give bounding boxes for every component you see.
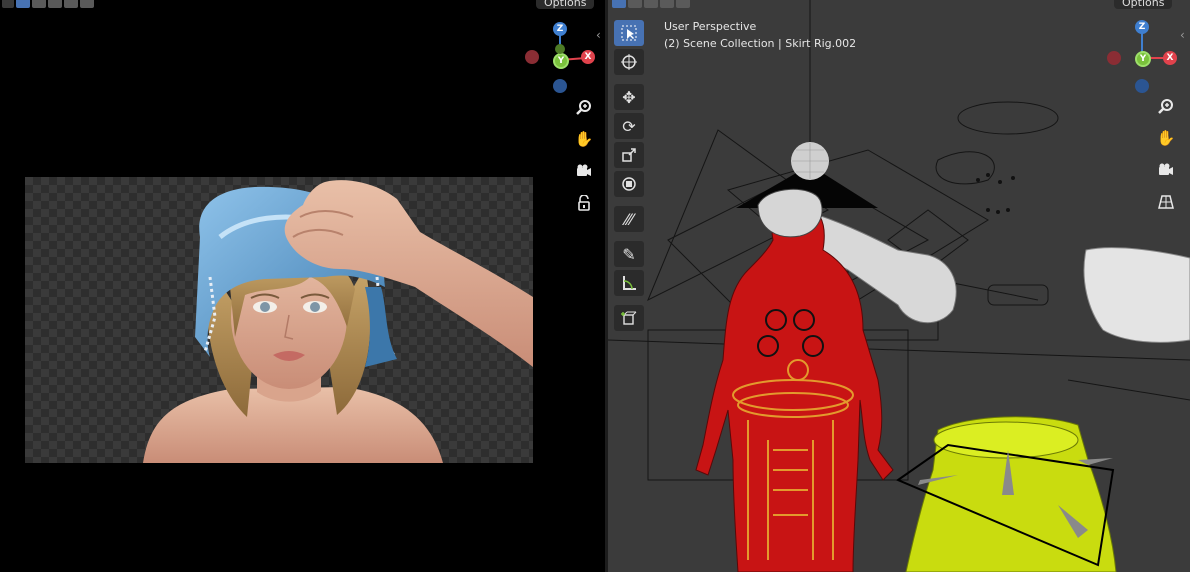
z-axis-icon[interactable]: Z: [553, 22, 567, 36]
view-name-label: User Perspective: [664, 20, 757, 33]
tool-shelf: ✥ ⟳ ⁄⁄⁄ ✎: [614, 20, 644, 334]
render-illustration: [143, 180, 533, 463]
select-mode-button[interactable]: [612, 0, 626, 8]
select-mode-button-4[interactable]: [64, 0, 78, 8]
rotate-icon[interactable]: ⟳: [614, 113, 644, 139]
neg-x-axis-icon[interactable]: [1107, 51, 1121, 65]
neg-x-axis-icon[interactable]: [525, 50, 539, 64]
select-mode-button-5[interactable]: [80, 0, 94, 8]
draw-icon[interactable]: ✎: [614, 241, 644, 267]
lock-icon[interactable]: [573, 192, 595, 214]
camera-icon[interactable]: [1155, 159, 1177, 181]
x-axis-icon[interactable]: X: [581, 50, 595, 64]
select-mode-button-3[interactable]: [48, 0, 62, 8]
neg-z-axis-icon[interactable]: [1135, 79, 1149, 93]
pan-hand-icon[interactable]: ✋: [573, 128, 595, 150]
grid-icon[interactable]: [1155, 191, 1177, 213]
select-mode-button-2[interactable]: [32, 0, 46, 8]
add-cube-icon[interactable]: [614, 305, 644, 331]
move-icon[interactable]: ✥: [614, 84, 644, 110]
transform-icon[interactable]: [614, 171, 644, 197]
measure-icon[interactable]: [614, 270, 644, 296]
camera-render-frame: [25, 177, 533, 463]
left-viewport[interactable]: Options ‹ Z X Y ✋: [0, 0, 605, 572]
select-mode-button-3[interactable]: [644, 0, 658, 8]
neg-y-axis-icon[interactable]: [555, 44, 565, 54]
select-mode-button-2[interactable]: [628, 0, 642, 8]
right-nav-icons: ✋: [1155, 95, 1177, 213]
cursor-icon[interactable]: [614, 49, 644, 75]
left-header-buttons: [2, 0, 94, 8]
left-nav-icons: ✋: [573, 96, 595, 214]
select-mode-button[interactable]: [16, 0, 30, 8]
right-options-button[interactable]: Options: [1114, 0, 1173, 9]
editor-type-button[interactable]: [2, 0, 14, 8]
zoom-icon[interactable]: [1155, 95, 1177, 117]
y-axis-icon[interactable]: Y: [1135, 51, 1151, 67]
left-options-button[interactable]: Options: [536, 0, 595, 9]
select-mode-button-4[interactable]: [660, 0, 674, 8]
right-header-buttons: [612, 0, 690, 8]
neg-z-axis-icon[interactable]: [553, 79, 567, 93]
x-axis-icon[interactable]: X: [1163, 51, 1177, 65]
right-navigation-gizmo[interactable]: Z X Y: [1102, 18, 1182, 98]
scale-icon[interactable]: [614, 142, 644, 168]
select-mode-button-5[interactable]: [676, 0, 690, 8]
select-box-icon[interactable]: [614, 20, 644, 46]
collection-info-label: (2) Scene Collection | Skirt Rig.002: [664, 37, 857, 50]
z-axis-icon[interactable]: Z: [1135, 20, 1149, 34]
camera-icon[interactable]: [573, 160, 595, 182]
y-axis-icon[interactable]: Y: [553, 53, 569, 69]
zoom-icon[interactable]: [573, 96, 595, 118]
right-viewport[interactable]: Options ‹ User Perspective (2) Scene Col…: [608, 0, 1190, 572]
left-navigation-gizmo[interactable]: Z X Y: [520, 20, 600, 100]
annotate-icon[interactable]: ⁄⁄⁄: [614, 206, 644, 232]
pan-hand-icon[interactable]: ✋: [1155, 127, 1177, 149]
